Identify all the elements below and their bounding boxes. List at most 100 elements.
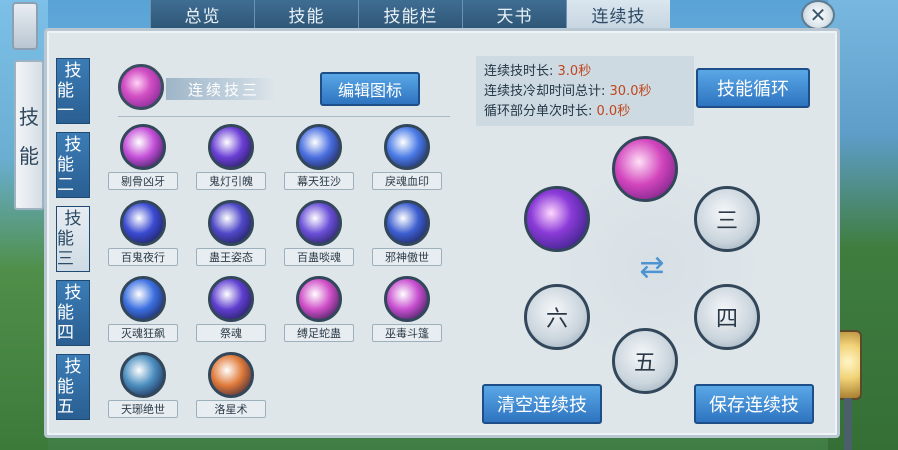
skill-item[interactable]: 洛星术 [194,352,274,422]
skill-item[interactable]: 蛊王姿态 [194,200,274,270]
category-tab-4[interactable]: 技 能四 [56,280,90,346]
skill-label: 百蛊啖魂 [284,248,354,266]
skill-icon[interactable] [120,276,166,322]
category-tab-label: 技 [64,61,82,81]
skill-icon[interactable] [296,124,342,170]
close-button[interactable]: ✕ [801,0,835,30]
slot-label: 四 [715,307,738,332]
skill-label: 缚足蛇蛊 [284,324,354,342]
side-title-banner: 技 能 [14,60,44,210]
skill-item[interactable]: 幕天狂沙 [282,124,362,194]
close-icon: ✕ [809,3,827,27]
category-tab-label: 能二 [57,155,74,195]
skill-label: 戾魂血印 [372,172,442,190]
top-tab-bar: 总览 技能 技能栏 天书 连续技 [150,0,670,28]
slot-label: 五 [633,351,656,376]
tab-skill-bar[interactable]: 技能栏 [358,0,462,28]
combo-icon[interactable] [118,64,164,110]
skill-label: 蛊王姿态 [196,248,266,266]
skill-icon[interactable] [384,276,430,322]
skill-list-panel: 连续技三 编辑图标 剔骨凶牙 鬼灯引魄 幕天狂沙 戾魂血印百鬼夜行 蛊王姿态 百蛊啖魂 邪神… [92,58,458,426]
loop-time-label: 循环部分单次时长: [484,104,593,119]
skill-label: 巫毒斗篷 [372,324,442,342]
swap-icon[interactable]: ⇄ [626,250,678,286]
loop-time-row: 循环部分单次时长: 0.0秒 [484,102,686,122]
skill-icon[interactable] [208,276,254,322]
skill-label: 剔骨凶牙 [108,172,178,190]
skill-icon[interactable] [208,352,254,398]
category-tab-label: 能五 [57,377,74,417]
skill-label: 灭魂狂飙 [108,324,178,342]
category-tab-label: 技 [64,209,82,229]
tab-overview[interactable]: 总览 [150,0,254,28]
skill-item[interactable]: 百蛊啖魂 [282,200,362,270]
skill-item[interactable]: 巫毒斗篷 [370,276,450,346]
category-tab-label: 能三 [57,229,74,269]
duration-row: 连续技时长: 3.0秒 [484,62,686,82]
edit-icon-button[interactable]: 编辑图标 [320,72,420,106]
skill-label: 邪神傲世 [372,248,442,266]
skill-icon[interactable] [208,200,254,246]
category-tab-3[interactable]: 技 能三 [56,206,90,272]
combo-name-label: 连续技三 [166,78,276,100]
combo-slot-5[interactable]: 五 [612,328,678,394]
cooldown-label: 连续技冷却时间总计: [484,84,606,99]
combo-info-box: 连续技时长: 3.0秒 连续技冷却时间总计: 30.0秒 循环部分单次时长: 0… [476,56,694,126]
skill-label: 祭魂 [196,324,266,342]
skill-item[interactable]: 剔骨凶牙 [106,124,186,194]
slot-label: 三 [715,209,738,234]
skill-item[interactable]: 灭魂狂飙 [106,276,186,346]
combo-slot-2[interactable] [524,186,590,252]
skill-icon[interactable] [208,124,254,170]
side-title-char: 能 [19,144,39,168]
combo-editor-panel: 连续技时长: 3.0秒 连续技冷却时间总计: 30.0秒 循环部分单次时长: 0… [476,52,832,428]
skill-label: 幕天狂沙 [284,172,354,190]
duration-label: 连续技时长: [484,64,554,79]
skill-item[interactable]: 百鬼夜行 [106,200,186,270]
lantern-decoration [12,2,38,50]
side-title-char: 技 [19,105,39,129]
loop-time-value: 0.0秒 [596,104,631,119]
skill-icon[interactable] [296,276,342,322]
category-tab-1[interactable]: 技 能一 [56,58,90,124]
category-tab-2[interactable]: 技 能二 [56,132,90,198]
tab-combo[interactable]: 连续技 [566,0,670,28]
combo-slot-4[interactable]: 四 [694,284,760,350]
category-tab-label: 能四 [57,303,74,343]
skill-item[interactable]: 戾魂血印 [370,124,450,194]
skill-item[interactable]: 祭魂 [194,276,274,346]
skill-label: 天琊绝世 [108,400,178,418]
category-tab-label: 技 [64,135,82,155]
skill-icon[interactable] [120,352,166,398]
skill-icon[interactable] [120,124,166,170]
skill-icon[interactable] [296,200,342,246]
skill-label: 鬼灯引魄 [196,172,266,190]
lantern-post [844,398,852,450]
cooldown-row: 连续技冷却时间总计: 30.0秒 [484,82,686,102]
skill-item[interactable]: 鬼灯引魄 [194,124,274,194]
combo-slot-1[interactable] [612,136,678,202]
divider [118,116,450,117]
category-tab-label: 技 [64,283,82,303]
skill-item[interactable]: 邪神傲世 [370,200,450,270]
tab-heavenly-book[interactable]: 天书 [462,0,566,28]
cooldown-value: 30.0秒 [609,84,652,99]
category-tab-label: 技 [64,357,82,377]
skill-item[interactable]: 天琊绝世 [106,352,186,422]
skill-label: 百鬼夜行 [108,248,178,266]
skill-icon[interactable] [384,200,430,246]
skill-loop-button[interactable]: 技能循环 [696,68,810,108]
clear-combo-button[interactable]: 清空连续技 [482,384,602,424]
tab-skills[interactable]: 技能 [254,0,358,28]
save-combo-button[interactable]: 保存连续技 [694,384,814,424]
combo-slot-6[interactable]: 六 [524,284,590,350]
slot-label: 六 [545,307,568,332]
skill-item[interactable]: 缚足蛇蛊 [282,276,362,346]
duration-value: 3.0秒 [557,64,592,79]
skill-icon[interactable] [120,200,166,246]
skill-icon[interactable] [384,124,430,170]
combo-slot-3[interactable]: 三 [694,186,760,252]
skill-label: 洛星术 [196,400,266,418]
category-tab-5[interactable]: 技 能五 [56,354,90,420]
category-tab-label: 能一 [57,81,74,121]
